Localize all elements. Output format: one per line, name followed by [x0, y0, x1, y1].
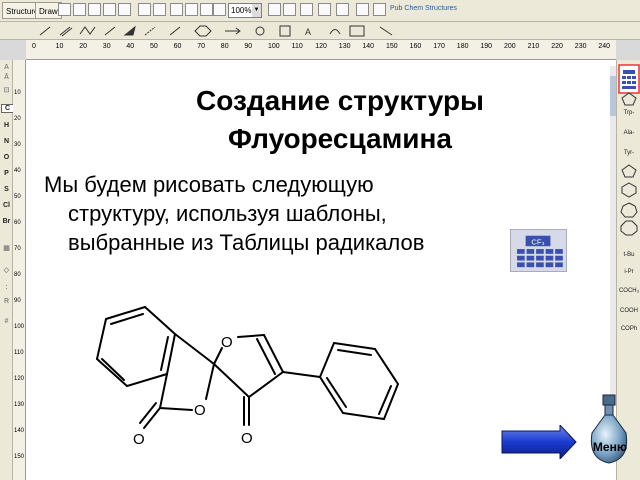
flask-icon: [590, 414, 628, 464]
menu-button[interactable]: [586, 393, 632, 465]
flask-cap-icon: [602, 394, 616, 406]
fluorescamine-structure: O O O O: [96, 306, 399, 448]
next-arrow-button[interactable]: [500, 425, 578, 459]
arrow-right-icon: [501, 425, 577, 459]
atom-o-ring: O: [221, 334, 233, 351]
menu-label: Меню: [592, 440, 628, 454]
atom-o-lactone: O: [194, 402, 206, 419]
atom-o-carbonyl-2: O: [241, 430, 253, 447]
atom-o-carbonyl-1: O: [133, 431, 145, 448]
